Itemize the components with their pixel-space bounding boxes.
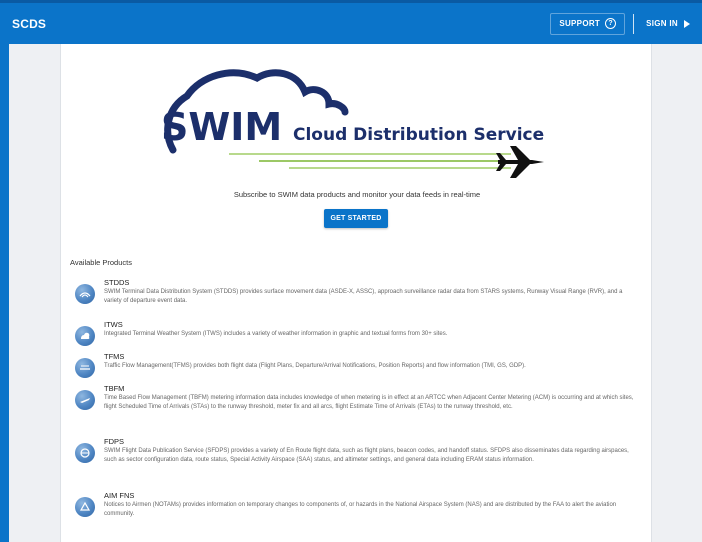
top-app-bar: SCDS SUPPORT ? SIGN IN — [0, 0, 702, 44]
product-description: SWIM Terminal Data Distribution System (… — [104, 289, 623, 304]
traffic-flow-icon — [75, 358, 95, 378]
sign-in-label: SIGN IN — [646, 19, 678, 28]
product-description: Traffic Flow Management(TFMS) provides b… — [104, 363, 526, 369]
product-name: ITWS — [104, 320, 123, 329]
product-stdds[interactable]: STDDS SWIM Terminal Data Distribution Sy… — [75, 278, 635, 306]
hero-tagline: Subscribe to SWIM data products and moni… — [233, 190, 481, 199]
radar-icon — [75, 284, 95, 304]
sign-in-button[interactable]: SIGN IN — [640, 13, 702, 35]
support-label: SUPPORT — [559, 19, 601, 28]
help-circle-icon: ? — [605, 18, 617, 29]
product-name: TFMS — [104, 352, 125, 361]
product-fdps[interactable]: FDPS SWIM Flight Data Publication Servic… — [75, 437, 635, 465]
product-description: Time Based Flow Management (TBFM) meteri… — [104, 395, 634, 410]
play-arrow-icon — [684, 19, 690, 28]
header-divider — [633, 13, 635, 34]
app-brand[interactable]: SCDS — [12, 17, 46, 31]
support-button[interactable]: SUPPORT ? — [550, 12, 626, 35]
logo-word: SWIM — [161, 105, 282, 149]
notam-icon — [75, 497, 95, 517]
airplane-icon — [75, 390, 95, 410]
swim-cds-logo: SWIM Cloud Distribution Service — [161, 69, 544, 178]
product-itws[interactable]: ITWS Integrated Terminal Weather System … — [75, 320, 635, 346]
product-description: SWIM Flight Data Publication Service (SF… — [104, 448, 629, 463]
top-actions: SUPPORT ? SIGN IN — [550, 3, 702, 44]
product-aim-fns[interactable]: AIM FNS Notices to Airmen (NOTAMs) provi… — [75, 491, 635, 519]
left-accent-rail — [0, 44, 9, 542]
available-products-heading: Available Products — [70, 258, 132, 267]
get-started-button[interactable]: GET STARTED — [324, 209, 388, 228]
weather-icon — [75, 326, 95, 346]
airplane-logo-icon — [496, 146, 544, 178]
product-name: AIM FNS — [104, 491, 135, 500]
product-tfms[interactable]: TFMS Traffic Flow Management(TFMS) provi… — [75, 352, 635, 378]
product-name: TBFM — [104, 384, 125, 393]
main-card: SWIM Cloud Distribution Service Subscrib… — [60, 44, 652, 542]
product-name: STDDS — [104, 278, 130, 287]
product-description: Notices to Airmen (NOTAMs) provides info… — [104, 502, 617, 517]
product-name: FDPS — [104, 437, 125, 446]
product-description: Integrated Terminal Weather System (ITWS… — [104, 331, 448, 337]
flight-data-icon — [75, 443, 95, 463]
logo-subtitle: Cloud Distribution Service — [293, 125, 544, 145]
product-tbfm[interactable]: TBFM Time Based Flow Management (TBFM) m… — [75, 384, 635, 412]
